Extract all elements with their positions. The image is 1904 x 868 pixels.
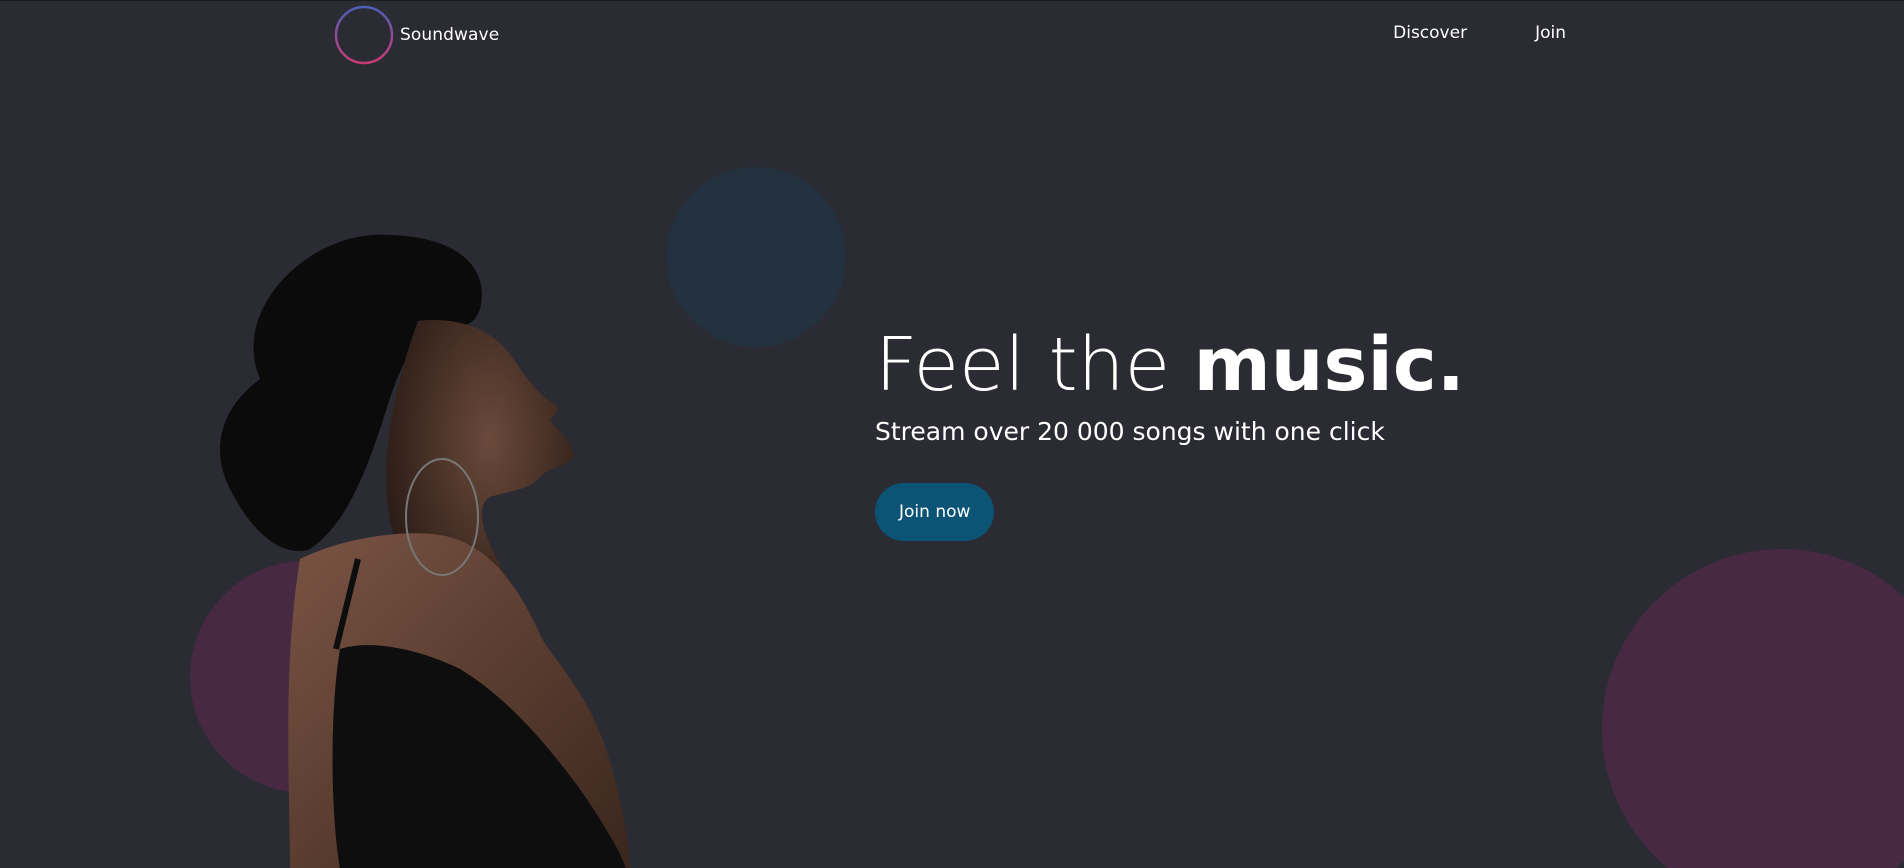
hero-title-light: Feel the (875, 322, 1194, 408)
brand-logo-link[interactable]: Soundwave (334, 5, 499, 65)
nav-link-join[interactable]: Join (1535, 23, 1566, 43)
hero-subtitle: Stream over 20 000 songs with one click (875, 417, 1385, 446)
hero-section: Feel the music. Stream over 20 000 songs… (875, 321, 1465, 541)
brand-name: Soundwave (400, 25, 500, 45)
page: Soundwave Discover Join Feel the music. … (0, 0, 1904, 868)
nav-link-discover[interactable]: Discover (1393, 23, 1467, 43)
hero-title-bold: music. (1193, 322, 1465, 408)
decorative-circle-teal (666, 167, 846, 347)
soundwave-logo-icon (334, 5, 394, 65)
site-header: Soundwave Discover Join (0, 1, 1904, 69)
main-nav: Discover Join (1393, 23, 1566, 43)
decorative-circle-plum-right (1602, 549, 1904, 868)
hero-title: Feel the music. (875, 321, 1465, 409)
join-now-button[interactable]: Join now (875, 483, 995, 541)
hero-portrait-image (220, 234, 630, 868)
